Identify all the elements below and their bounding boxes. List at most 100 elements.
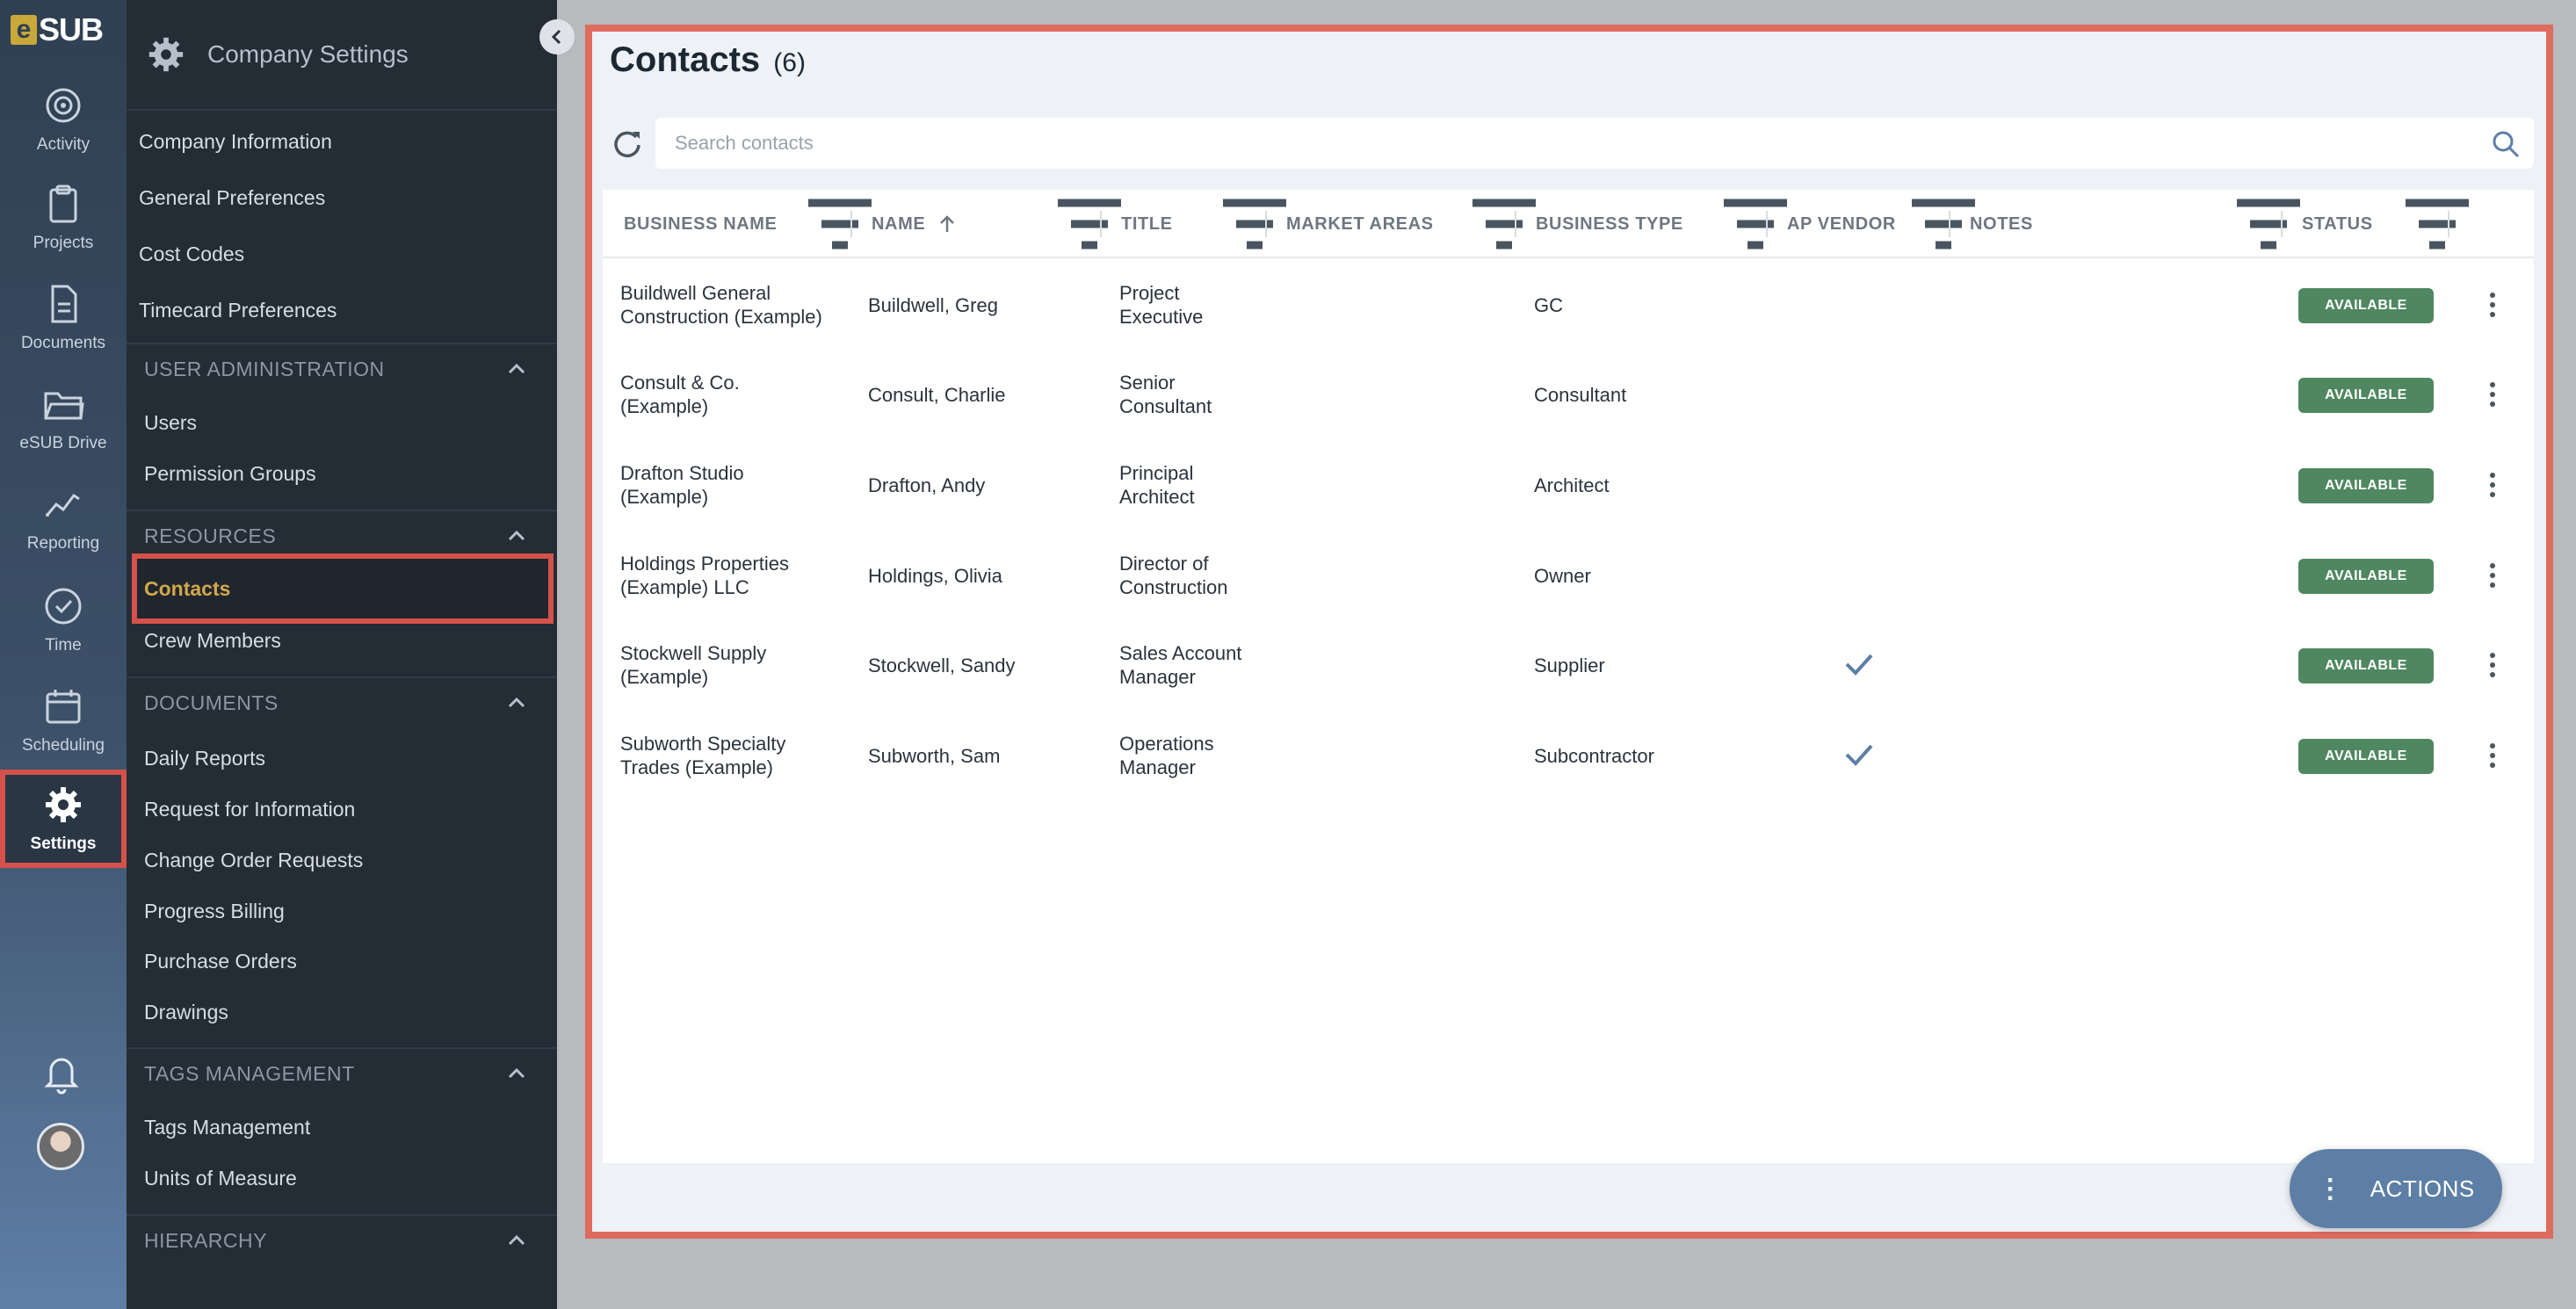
- cell-business-type: Consultant: [1534, 384, 1627, 406]
- kebab-menu-icon[interactable]: [2479, 560, 2506, 590]
- kebab-menu-icon[interactable]: [2479, 650, 2506, 680]
- link-general-preferences[interactable]: General Preferences: [139, 186, 325, 210]
- column-divider[interactable]: [1949, 211, 1950, 237]
- link-users[interactable]: Users: [144, 411, 197, 435]
- contacts-count: (6): [773, 48, 806, 77]
- contacts-table: BUSINESS NAME NAME TITLE MARKET AREAS BU…: [603, 190, 2534, 1163]
- rail-item-reporting[interactable]: Reporting: [0, 474, 127, 573]
- chevron-up-icon: [508, 1234, 525, 1246]
- link-tags-management[interactable]: Tags Management: [144, 1116, 310, 1139]
- table-row[interactable]: Subworth Specialty Trades (Example) Subwo…: [603, 711, 2534, 800]
- section-tags-management[interactable]: TAGS MANAGEMENT: [127, 1047, 557, 1098]
- col-market-areas[interactable]: MARKET AREAS: [1286, 190, 1434, 258]
- cell-business-name: Drafton Studio (Example): [620, 462, 744, 508]
- search-input[interactable]: [675, 118, 2432, 169]
- refresh-icon[interactable]: [610, 127, 645, 162]
- rail-item-projects[interactable]: Projects: [0, 174, 127, 272]
- col-notes[interactable]: NOTES: [1970, 190, 2033, 258]
- clipboard-icon: [49, 184, 77, 223]
- link-permission-groups[interactable]: Permission Groups: [144, 462, 316, 486]
- kebab-menu-icon[interactable]: [2479, 290, 2506, 320]
- section-documents[interactable]: DOCUMENTS: [127, 676, 557, 727]
- logo-e: e: [11, 15, 37, 45]
- chevron-up-icon: [508, 1067, 525, 1079]
- col-label: AP VENDOR: [1787, 213, 1896, 234]
- avatar[interactable]: [37, 1123, 84, 1170]
- actions-label: ACTIONS: [2370, 1175, 2475, 1202]
- column-divider[interactable]: [2448, 211, 2449, 237]
- rail-item-time[interactable]: Time: [0, 576, 127, 675]
- col-title[interactable]: TITLE: [1121, 190, 1173, 258]
- cell-business-name: Subworth Specialty Trades (Example): [620, 733, 786, 778]
- table-row[interactable]: Holdings Properties (Example) LLC Holding…: [603, 531, 2534, 620]
- link-progress-billing[interactable]: Progress Billing: [144, 900, 285, 923]
- link-cost-codes[interactable]: Cost Codes: [139, 242, 244, 266]
- filter-icon[interactable]: [1719, 190, 1792, 258]
- table-row[interactable]: Stockwell Supply (Example) Stockwell, San…: [603, 620, 2534, 710]
- link-timecard-preferences[interactable]: Timecard Preferences: [139, 299, 336, 322]
- link-drawings[interactable]: Drawings: [144, 1001, 228, 1024]
- filter-icon[interactable]: [1053, 190, 1126, 258]
- col-business-type[interactable]: BUSINESS TYPE: [1536, 190, 1683, 258]
- esub-logo[interactable]: e SUB: [11, 11, 107, 47]
- rail-item-scheduling[interactable]: Scheduling: [0, 676, 127, 775]
- section-user-administration[interactable]: USER ADMINISTRATION: [127, 343, 557, 394]
- link-request-for-information[interactable]: Request for Information: [144, 798, 355, 821]
- link-change-order-requests[interactable]: Change Order Requests: [144, 849, 363, 872]
- col-ap-vendor[interactable]: AP VENDOR: [1787, 190, 1896, 258]
- link-company-information[interactable]: Company Information: [139, 130, 332, 154]
- column-divider[interactable]: [1265, 211, 1267, 237]
- link-purchase-orders[interactable]: Purchase Orders: [144, 950, 297, 973]
- filter-icon[interactable]: [2232, 190, 2305, 258]
- page-title-text: Contacts: [610, 40, 761, 79]
- kebab-menu-icon[interactable]: [2479, 470, 2506, 500]
- cell-business-type: Supplier: [1534, 654, 1605, 676]
- actions-button[interactable]: ⋮ ACTIONS: [2290, 1149, 2502, 1228]
- bell-icon[interactable]: [40, 1051, 83, 1095]
- column-divider[interactable]: [850, 211, 852, 237]
- search-box: [655, 118, 2534, 169]
- collapse-panel-button[interactable]: [539, 19, 575, 54]
- filter-icon[interactable]: [2400, 190, 2474, 258]
- rail-item-activity[interactable]: Activity: [0, 76, 127, 174]
- rail-item-esub-drive[interactable]: eSUB Drive: [0, 374, 127, 473]
- filter-icon[interactable]: [803, 190, 877, 258]
- cell-title: Director of Construction: [1119, 553, 1228, 598]
- column-divider[interactable]: [1100, 211, 1102, 237]
- section-hierarchy[interactable]: HIERARCHY: [127, 1214, 557, 1265]
- search-icon[interactable]: [2492, 130, 2520, 158]
- kebab-menu-icon[interactable]: [2479, 741, 2506, 770]
- column-divider[interactable]: [1766, 211, 1768, 237]
- kebab-menu-icon[interactable]: [2479, 380, 2506, 409]
- cell-business-name: Buildwell General Construction (Example): [620, 282, 822, 328]
- table-row[interactable]: Drafton Studio (Example) Drafton, Andy Pr…: [603, 440, 2534, 530]
- link-crew-members[interactable]: Crew Members: [144, 629, 281, 653]
- table-row[interactable]: Consult & Co. (Example) Consult, Charlie …: [603, 350, 2534, 439]
- status-badge: AVAILABLE: [2298, 648, 2434, 683]
- col-business-name[interactable]: BUSINESS NAME: [624, 190, 778, 258]
- link-contacts[interactable]: Contacts: [132, 553, 554, 624]
- rail-item-documents[interactable]: Documents: [0, 274, 127, 372]
- panel-header: Company Settings: [127, 0, 557, 111]
- link-units-of-measure[interactable]: Units of Measure: [144, 1167, 297, 1190]
- sort-ascending-icon[interactable]: [937, 214, 957, 234]
- chart-line-icon: [46, 493, 80, 517]
- filter-icon[interactable]: [1467, 190, 1541, 258]
- cell-business-type: Subcontractor: [1534, 745, 1654, 767]
- column-divider[interactable]: [2281, 211, 2283, 237]
- chevron-up-icon: [508, 530, 525, 541]
- settings-panel: Company Settings Company Information Gen…: [127, 0, 557, 1309]
- column-divider[interactable]: [1515, 211, 1516, 237]
- calendar-icon: [46, 690, 81, 724]
- chevron-left-icon: [551, 29, 561, 45]
- rail-label: Activity: [36, 135, 90, 154]
- rail-item-settings[interactable]: Settings: [0, 770, 127, 868]
- section-title: TAGS MANAGEMENT: [144, 1061, 355, 1085]
- rail-label: Reporting: [26, 534, 100, 553]
- filter-icon[interactable]: [1218, 190, 1292, 258]
- cell-business-name: Holdings Properties (Example) LLC: [620, 553, 789, 598]
- link-daily-reports[interactable]: Daily Reports: [144, 747, 265, 770]
- table-row[interactable]: Buildwell General Construction (Example) …: [603, 260, 2534, 350]
- col-status[interactable]: STATUS: [2302, 190, 2373, 258]
- col-name[interactable]: NAME: [872, 190, 957, 258]
